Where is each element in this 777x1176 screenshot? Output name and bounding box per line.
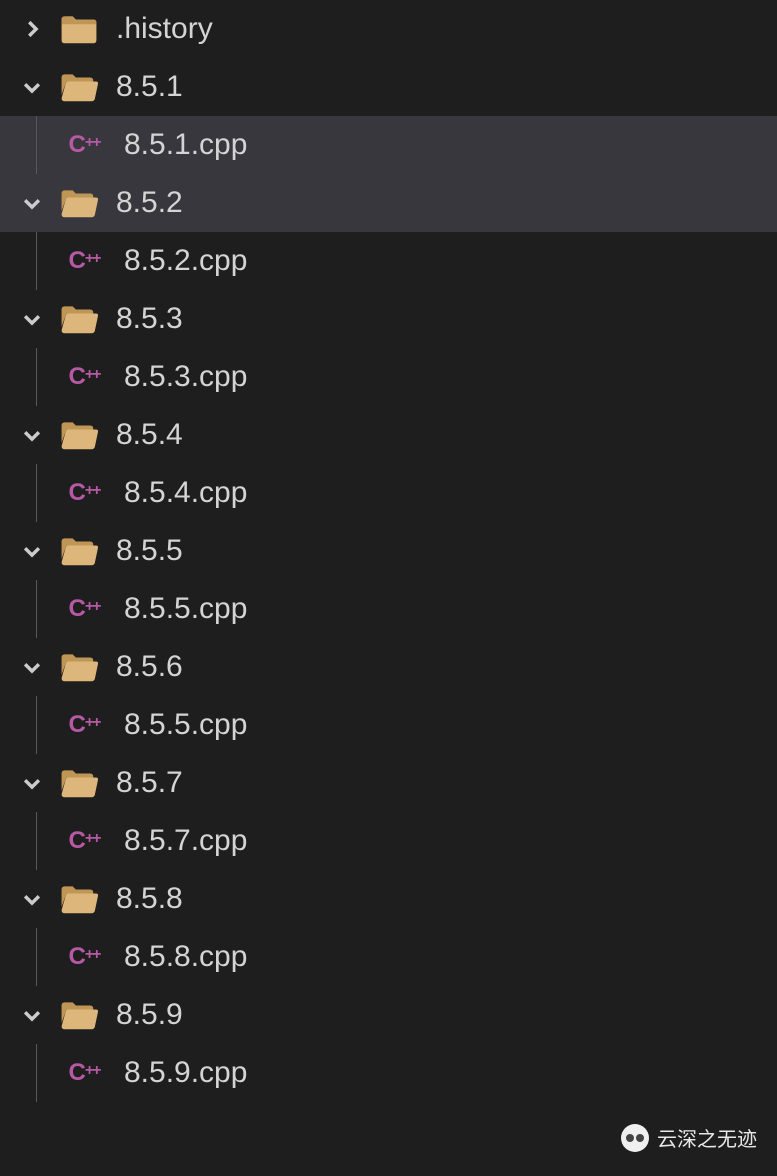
cpp-file-icon: C++ [62, 246, 106, 276]
file-label: 8.5.1.cpp [124, 130, 247, 160]
cpp-file-icon: C++ [62, 594, 106, 624]
chevron-down-icon[interactable] [18, 653, 46, 681]
cpp-file-icon: C++ [62, 942, 106, 972]
file-label: 8.5.9.cpp [124, 1058, 247, 1088]
folder-open-icon [60, 302, 98, 336]
file-label: 8.5.2.cpp [124, 246, 247, 276]
folder-row[interactable]: .history [0, 0, 777, 58]
folder-open-icon [60, 650, 98, 684]
file-label: 8.5.8.cpp [124, 942, 247, 972]
cpp-file-icon: C++ [62, 130, 106, 160]
chevron-down-icon[interactable] [18, 885, 46, 913]
chevron-down-icon[interactable] [18, 1001, 46, 1029]
file-label: 8.5.3.cpp [124, 362, 247, 392]
folder-open-icon [60, 418, 98, 452]
folder-row[interactable]: 8.5.3 [0, 290, 777, 348]
watermark-icon [621, 1124, 649, 1152]
file-row[interactable]: C++ 8.5.5.cpp [0, 696, 777, 754]
file-row[interactable]: C++ 8.5.8.cpp [0, 928, 777, 986]
folder-label: 8.5.2 [116, 188, 183, 218]
chevron-down-icon[interactable] [18, 305, 46, 333]
watermark-text: 云深之无迹 [657, 1123, 757, 1152]
folder-label: 8.5.4 [116, 420, 183, 450]
folder-label: 8.5.7 [116, 768, 183, 798]
folder-row[interactable]: 8.5.7 [0, 754, 777, 812]
file-row[interactable]: C++ 8.5.3.cpp [0, 348, 777, 406]
folder-row[interactable]: 8.5.2 [0, 174, 777, 232]
folder-label: 8.5.8 [116, 884, 183, 914]
cpp-file-icon: C++ [62, 1058, 106, 1088]
file-label: 8.5.5.cpp [124, 710, 247, 740]
cpp-file-icon: C++ [62, 362, 106, 392]
folder-label: .history [116, 14, 213, 44]
folder-open-icon [60, 70, 98, 104]
folder-label: 8.5.3 [116, 304, 183, 334]
folder-open-icon [60, 534, 98, 568]
file-row[interactable]: C++ 8.5.9.cpp [0, 1044, 777, 1102]
folder-row[interactable]: 8.5.5 [0, 522, 777, 580]
folder-row[interactable]: 8.5.9 [0, 986, 777, 1044]
file-row[interactable]: C++ 8.5.2.cpp [0, 232, 777, 290]
folder-open-icon [60, 186, 98, 220]
folder-row[interactable]: 8.5.1 [0, 58, 777, 116]
chevron-down-icon[interactable] [18, 73, 46, 101]
folder-open-icon [60, 998, 98, 1032]
file-row[interactable]: C++ 8.5.1.cpp [0, 116, 777, 174]
file-label: 8.5.5.cpp [124, 594, 247, 624]
chevron-right-icon[interactable] [18, 15, 46, 43]
folder-label: 8.5.6 [116, 652, 183, 682]
cpp-file-icon: C++ [62, 478, 106, 508]
folder-icon [60, 12, 98, 46]
file-row[interactable]: C++ 8.5.5.cpp [0, 580, 777, 638]
chevron-down-icon[interactable] [18, 189, 46, 217]
file-row[interactable]: C++ 8.5.4.cpp [0, 464, 777, 522]
folder-open-icon [60, 882, 98, 916]
folder-row[interactable]: 8.5.4 [0, 406, 777, 464]
file-label: 8.5.4.cpp [124, 478, 247, 508]
folder-row[interactable]: 8.5.8 [0, 870, 777, 928]
folder-open-icon [60, 766, 98, 800]
watermark: 云深之无迹 [621, 1123, 757, 1152]
cpp-file-icon: C++ [62, 710, 106, 740]
folder-label: 8.5.5 [116, 536, 183, 566]
folder-label: 8.5.9 [116, 1000, 183, 1030]
chevron-down-icon[interactable] [18, 537, 46, 565]
folder-label: 8.5.1 [116, 72, 183, 102]
file-label: 8.5.7.cpp [124, 826, 247, 856]
chevron-down-icon[interactable] [18, 421, 46, 449]
cpp-file-icon: C++ [62, 826, 106, 856]
folder-row[interactable]: 8.5.6 [0, 638, 777, 696]
chevron-down-icon[interactable] [18, 769, 46, 797]
file-row[interactable]: C++ 8.5.7.cpp [0, 812, 777, 870]
